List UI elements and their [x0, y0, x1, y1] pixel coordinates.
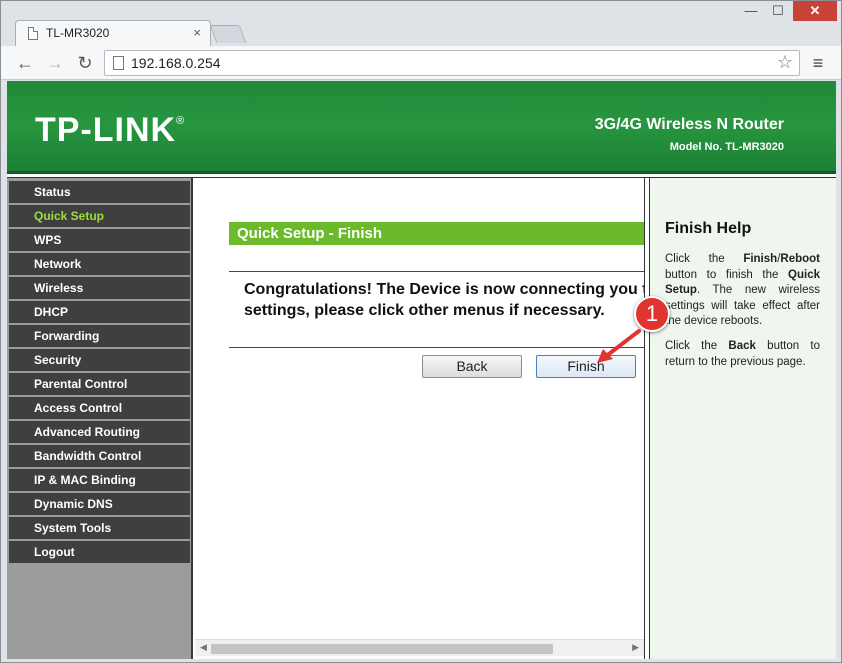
scroll-right-icon[interactable]: ▶ — [632, 642, 639, 653]
sidebar-item-status[interactable]: Status — [9, 181, 190, 203]
divider-bottom — [229, 347, 644, 348]
tab-close-icon[interactable]: × — [193, 25, 201, 40]
help-keyword: Finish — [743, 253, 778, 265]
browser-window: TL-MR3020 × — ☐ ✕ ← → ↻ 192.168.0.254 ☆ … — [0, 0, 842, 663]
section-title: Quick Setup - Finish — [229, 222, 644, 245]
help-paragraph-finish: Click the Finish/Reboot button to finish… — [665, 252, 820, 330]
banner: TP-LINK® 3G/4G Wireless N Router Model N… — [7, 81, 836, 174]
address-bar[interactable]: 192.168.0.254 ☆ — [104, 50, 800, 76]
status-message-line-1: Congratulations! The Device is now conne… — [244, 281, 648, 298]
bookmark-star-icon[interactable]: ☆ — [777, 52, 793, 73]
minimize-button[interactable]: — — [739, 1, 763, 21]
sidebar-item-bandwidth-control[interactable]: Bandwidth Control — [9, 445, 190, 467]
url-text[interactable]: 192.168.0.254 — [131, 55, 221, 71]
help-panel: Finish Help Click the Finish/Reboot butt… — [650, 178, 836, 659]
new-tab-button[interactable] — [209, 25, 247, 43]
help-text: Click the — [665, 253, 744, 265]
browser-tab[interactable]: TL-MR3020 × — [15, 20, 211, 47]
sidebar-item-wireless[interactable]: Wireless — [9, 277, 190, 299]
horizontal-scrollbar[interactable]: ◀ ▶ — [195, 639, 644, 656]
back-arrow-icon[interactable]: ← — [14, 52, 36, 74]
help-paragraph-back: Click the Back button to return to the p… — [665, 339, 820, 370]
sidebar-item-security[interactable]: Security — [9, 349, 190, 371]
back-button[interactable]: Back — [422, 355, 522, 378]
browser-menu-icon[interactable]: ≡ — [807, 52, 829, 74]
status-message: Congratulations! The Device is now conne… — [244, 279, 664, 321]
sidebar-item-ip-mac-binding[interactable]: IP & MAC Binding — [9, 469, 190, 491]
main-content: Quick Setup - Finish Congratulations! Th… — [195, 178, 648, 659]
tp-link-logo: TP-LINK® — [35, 111, 185, 150]
sidebar-item-system-tools[interactable]: System Tools — [9, 517, 190, 539]
help-text: button to finish the — [665, 268, 789, 281]
sidebar-item-logout[interactable]: Logout — [9, 541, 190, 563]
help-text: Click the — [665, 340, 729, 352]
forward-arrow-icon[interactable]: → — [44, 52, 66, 74]
tab-title: TL-MR3020 — [46, 26, 110, 40]
sidebar-item-access-control[interactable]: Access Control — [9, 397, 190, 419]
help-title: Finish Help — [665, 220, 752, 237]
sidebar-item-dhcp[interactable]: DHCP — [9, 301, 190, 323]
registered-mark: ® — [176, 115, 186, 127]
sidebar-item-advanced-routing[interactable]: Advanced Routing — [9, 421, 190, 443]
sidebar-item-network[interactable]: Network — [9, 253, 190, 275]
divider-top — [229, 271, 644, 272]
page-icon — [113, 56, 124, 70]
sidebar-item-wps[interactable]: WPS — [9, 229, 190, 251]
document-icon — [28, 27, 38, 40]
close-window-button[interactable]: ✕ — [793, 1, 837, 21]
browser-toolbar: ← → ↻ 192.168.0.254 ☆ ≡ — [1, 46, 841, 80]
router-page: TP-LINK® 3G/4G Wireless N Router Model N… — [7, 81, 836, 659]
title-bar: TL-MR3020 × — ☐ ✕ — [1, 1, 841, 47]
help-keyword: Back — [728, 340, 756, 352]
sidebar-menu: Status Quick Setup WPS Network Wireless … — [7, 178, 193, 659]
scrollbar-thumb[interactable] — [211, 644, 553, 654]
reload-icon[interactable]: ↻ — [74, 52, 96, 74]
sidebar-item-parental-control[interactable]: Parental Control — [9, 373, 190, 395]
sidebar-item-forwarding[interactable]: Forwarding — [9, 325, 190, 347]
sidebar-item-quick-setup[interactable]: Quick Setup — [9, 205, 190, 227]
logo-text: TP-LINK — [35, 111, 177, 149]
sidebar-item-dynamic-dns[interactable]: Dynamic DNS — [9, 493, 190, 515]
maximize-button[interactable]: ☐ — [766, 1, 790, 21]
help-keyword: Reboot — [780, 253, 820, 265]
model-number: Model No. TL-MR3020 — [669, 141, 784, 153]
pointer-arrow-icon — [597, 329, 641, 363]
product-name: 3G/4G Wireless N Router — [594, 116, 784, 133]
status-message-line-2: settings, please click other menus if ne… — [244, 302, 605, 319]
scroll-left-icon[interactable]: ◀ — [200, 642, 207, 653]
